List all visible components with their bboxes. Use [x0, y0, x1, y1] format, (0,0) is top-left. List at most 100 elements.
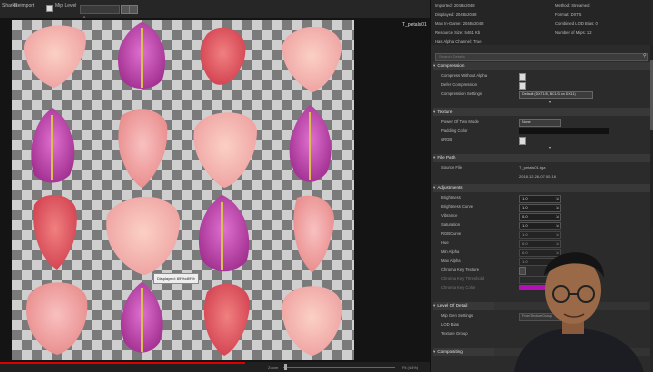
info-displayed: Displayed: 2048x2048	[435, 12, 477, 17]
zoom-slider-track[interactable]	[283, 367, 395, 368]
label-brightness: Brightness	[441, 195, 461, 200]
compression-settings-dropdown[interactable]: Default (DXT1/5, BC1/3 on DX11)	[519, 91, 593, 99]
label-mip-gen-settings: Mip Gen Settings	[441, 313, 474, 318]
section-adjustments-title: Adjustments	[437, 185, 463, 190]
info-max-ingame: Max In-Game: 2048x2048	[435, 21, 484, 26]
petal-3	[200, 27, 246, 85]
row-power-of-two: Power Of Two Mode None	[431, 118, 649, 127]
chevron-down-icon[interactable]: ▾	[549, 145, 551, 150]
label-power-of-two: Power Of Two Mode	[441, 119, 479, 124]
mip-level-label: Mip Level	[55, 3, 77, 9]
label-lod-bias: LOD Bias	[441, 322, 459, 327]
row-brightness-curve: Brightness Curve 1.0 ⇲	[431, 203, 649, 212]
petal-12	[293, 195, 334, 272]
label-texture-group: Texture Group	[441, 331, 468, 336]
label-chroma-key-texture: Chroma Key Texture	[441, 267, 480, 272]
compress-without-alpha-checkbox[interactable]	[519, 73, 526, 81]
zoom-slider-handle[interactable]	[284, 364, 287, 370]
row-compression-settings: Compression Settings Default (DXT1/5, BC1…	[431, 90, 649, 99]
info-resource-size: Resource Size: 5461 Kb	[435, 30, 481, 35]
zoom-bar: Zoom Fit (44%)	[0, 362, 430, 372]
texture-viewport[interactable]: T_petals01 Displayed: 89%x89%	[0, 18, 430, 362]
section-adjustments[interactable]: ▾ Adjustments	[433, 184, 653, 192]
drag-handle-icon: ⇲	[555, 214, 559, 219]
label-brightness-curve: Brightness Curve	[441, 204, 474, 209]
search-icon[interactable]: ⚲	[643, 53, 647, 59]
presenter-webcam	[494, 228, 653, 372]
triangle-down-icon: ▾	[433, 349, 436, 354]
petal-4	[281, 26, 342, 92]
label-chroma-key-color: Chroma Key Color	[441, 285, 476, 290]
label-rgbcurve: RGBCurve	[441, 231, 462, 236]
toolbar-reimport[interactable]: Reimport	[14, 3, 34, 9]
section-file-path[interactable]: ▾ File Path	[433, 154, 653, 162]
info-num-mips: Number of Mips: 12	[555, 30, 592, 35]
mip-level-input[interactable]: 0	[80, 5, 120, 20]
section-texture[interactable]: ▾ Texture	[433, 108, 653, 116]
mip-next-button[interactable]	[129, 5, 138, 14]
petal-6	[118, 109, 168, 188]
label-vibrance: Vibrance	[441, 213, 458, 218]
triangle-down-icon: ▾	[433, 155, 436, 160]
section-texture-title: Texture	[437, 109, 453, 114]
row-srgb: sRGB	[431, 136, 649, 145]
label-srgb: sRGB	[441, 137, 453, 142]
drag-handle-icon: ⇲	[555, 196, 559, 201]
label-min-alpha: Min Alpha	[441, 249, 460, 254]
zoom-label: Zoom	[268, 365, 279, 370]
info-format: Format: DXT5	[555, 12, 582, 17]
label-compress-without-alpha: Compress Without Alpha	[441, 73, 488, 78]
drag-handle-icon: ⇲	[555, 205, 559, 210]
defer-compression-checkbox[interactable]	[519, 82, 526, 90]
petal-atlas	[23, 22, 343, 356]
vibrance-input[interactable]: 0.0 ⇲	[519, 213, 561, 221]
mip-level-checkbox[interactable]	[46, 5, 53, 12]
power-of-two-dropdown[interactable]: None	[519, 119, 561, 127]
source-file-value[interactable]: T_petals01.tga	[519, 165, 545, 171]
texture-preview[interactable]	[12, 20, 354, 360]
section-compositing-title: Compositing	[437, 349, 463, 354]
label-chroma-key-threshold: Chroma Key Threshold	[441, 276, 484, 281]
texture-info: Imported: 2048x2048 Displayed: 2048x2048…	[431, 0, 653, 45]
petal-1	[23, 25, 86, 88]
row-brightness: Brightness 1.0 ⇲	[431, 194, 649, 203]
label-saturation: Saturation	[441, 222, 461, 227]
triangle-down-icon: ▾	[433, 109, 436, 114]
label-source-file: Source File	[441, 165, 463, 170]
label-padding-color: Padding Color	[441, 128, 468, 133]
petal-7	[193, 112, 257, 188]
petal-13	[26, 282, 88, 355]
label-hue: Hue	[441, 240, 449, 245]
info-has-alpha: Has Alpha Channel: True	[435, 39, 482, 44]
petal-16	[281, 286, 343, 356]
search-details-input[interactable]: Search Details	[435, 53, 648, 61]
info-imported: Imported: 2048x2048	[435, 3, 475, 8]
row-defer-compression: Defer Compression	[431, 81, 649, 90]
zoom-value: Fit (44%)	[402, 365, 419, 370]
brightness-input[interactable]: 1.0 ⇲	[519, 195, 561, 203]
row-source-file: Source File T_petals01.tga	[431, 164, 649, 172]
displayed-tooltip: Displayed: 89%x89%	[153, 273, 199, 284]
chevron-down-icon[interactable]: ▾	[549, 99, 551, 104]
row-padding-color: Padding Color	[431, 127, 649, 135]
section-compression[interactable]: ▾ Compression	[433, 62, 653, 70]
source-file-date: 2018.12.26-07.00.16	[519, 174, 556, 179]
label-defer-compression: Defer Compression	[441, 82, 478, 87]
viewport-title: T_petals01	[402, 22, 427, 28]
section-compression-title: Compression	[437, 63, 465, 68]
info-combined-lod: Combined LOD Bias: 0	[555, 21, 598, 26]
brightness-curve-input[interactable]: 1.0 ⇲	[519, 204, 561, 212]
row-source-date: 2018.12.26-07.00.16	[431, 173, 649, 181]
section-lod-title: Level Of Detail	[437, 303, 468, 308]
label-max-alpha: Max Alpha	[441, 258, 461, 263]
row-compress-without-alpha: Compress Without Alpha	[431, 72, 649, 81]
srgb-checkbox[interactable]	[519, 137, 526, 145]
petal-9	[33, 194, 77, 270]
label-compression-settings: Compression Settings	[441, 91, 482, 96]
toolbar: Sharks Reimport Mip Level 0	[0, 0, 430, 20]
row-vibrance: Vibrance 0.0 ⇲	[431, 212, 649, 221]
triangle-down-icon: ▾	[433, 185, 436, 190]
info-method: Method: Streamed	[555, 3, 590, 8]
triangle-down-icon: ▾	[433, 63, 436, 68]
padding-color-swatch[interactable]	[519, 128, 609, 134]
